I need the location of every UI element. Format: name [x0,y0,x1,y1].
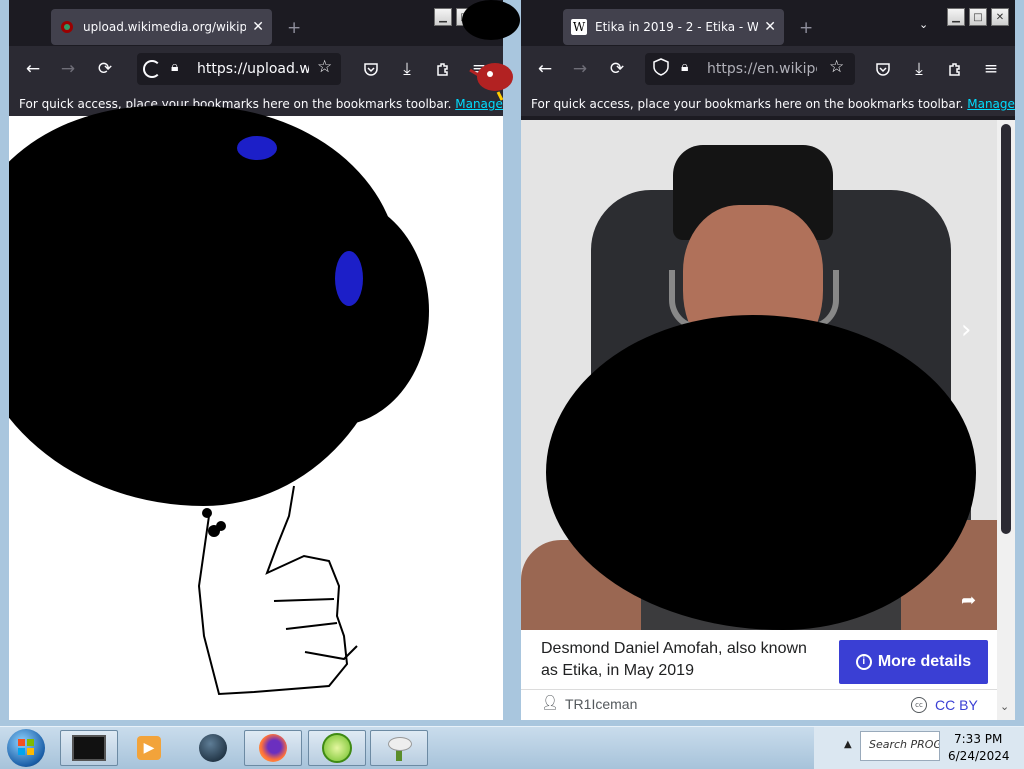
bookmark-star-icon[interactable]: ☆ [829,57,844,77]
right-tab[interactable]: W Etika in 2019 - 2 - Etika - Wikipe ✕ [563,9,784,45]
right-bookmarks-bar: For quick access, place your bookmarks h… [521,92,1015,116]
left-tabstrip: upload.wikimedia.org/wikipedi ✕ + [9,0,503,46]
new-tab-icon[interactable]: + [799,18,813,38]
left-toolbar: ← → ⟳ 🔒︎ https://upload.wiki ☆ ⤓ ≡ [9,46,503,92]
loading-spinner-icon [143,60,161,78]
globe-icon [199,734,227,762]
photo: › ➦ [521,120,997,630]
bookmark-star-icon[interactable]: ☆ [317,57,332,77]
lime-icon [322,733,352,763]
pocket-icon[interactable] [359,57,383,81]
right-tabstrip: W Etika in 2019 - 2 - Etika - Wikipe ✕ +… [521,0,1015,46]
left-browser-window: upload.wikimedia.org/wikipedi ✕ + ← → ⟳ … [9,0,503,720]
extensions-icon[interactable] [431,57,455,81]
right-minimize-button[interactable]: ▁ [947,8,965,26]
media-player-icon: ▶ [137,736,161,760]
share-icon[interactable]: ➦ [961,590,976,611]
left-url-bar[interactable]: 🔒︎ https://upload.wiki ☆ [137,53,341,85]
blue-scribble-mark-2 [335,251,363,306]
downloads-icon[interactable]: ⤓ [395,57,419,81]
forward-icon[interactable]: → [568,57,592,81]
show-hidden-icons-icon[interactable]: ▲ [844,739,852,750]
user-icon: 👤︎ [541,695,559,711]
bookmarks-hint: For quick access, place your bookmarks h… [531,97,964,111]
black-scribble-top [462,0,520,40]
lock-icon: 🔒︎ [681,59,689,75]
clock-time[interactable]: 7:33 PM [954,732,1002,746]
back-icon[interactable]: ← [21,57,45,81]
menu-icon[interactable]: ≡ [979,57,1003,81]
start-button[interactable] [7,729,45,767]
wikimedia-icon [59,19,75,35]
close-tab-icon[interactable]: ✕ [764,19,776,35]
right-maximize-button[interactable]: □ [969,8,987,26]
next-image-icon[interactable]: › [961,315,971,345]
right-browser-window: W Etika in 2019 - 2 - Etika - Wikipe ✕ +… [521,0,1015,720]
more-details-button[interactable]: i More details [839,640,988,684]
taskbar: ▶ ▲ Search PROG 7:33 PM 6/24/2024 [0,726,1024,769]
monitor-icon [72,735,106,761]
left-minimize-button[interactable]: ▁ [434,8,452,26]
forward-icon[interactable]: → [56,57,80,81]
clock-date[interactable]: 6/24/2024 [948,749,1010,763]
stop-loading-icon[interactable]: ⟳ [93,57,117,81]
black-scribble-overlay-edge [239,196,429,426]
manage-bookmarks-link[interactable]: Manage bookmarks [967,97,1015,111]
image-caption: Desmond Daniel Amofah, also known as Eti… [541,640,807,679]
left-url-text: https://upload.wiki [197,61,309,77]
left-page-content [9,106,503,720]
shield-icon [653,58,669,80]
author-name[interactable]: TR1Iceman [565,696,637,712]
right-url-text: https://en.wikipedi [707,61,817,77]
red-cursor-creature-icon [460,52,520,102]
downloads-icon[interactable]: ⤓ [907,57,931,81]
wikipedia-icon: W [571,19,587,35]
taskbar-media-player[interactable]: ▶ [120,730,178,766]
close-tab-icon[interactable]: ✕ [252,19,264,35]
divider [521,689,997,690]
cc-license-icon: cc [911,697,927,713]
taskbar-globe-app[interactable] [184,730,242,766]
right-tab-title: Etika in 2019 - 2 - Etika - Wikipe [595,20,759,34]
scroll-down-icon[interactable]: ⌄ [1000,700,1009,713]
back-icon[interactable]: ← [533,57,557,81]
reload-icon[interactable]: ⟳ [605,57,629,81]
right-url-bar[interactable]: 🔒︎ https://en.wikipedi ☆ [645,53,855,85]
extensions-icon[interactable] [943,57,967,81]
taskbar-monitor-app[interactable] [60,730,118,766]
blue-scribble-mark [237,136,277,160]
scrollbar-track[interactable]: ⌄ [997,120,1015,720]
taskbar-firefox[interactable] [244,730,302,766]
taskbar-plant-app[interactable] [370,730,428,766]
tray-area: ▲ Search PROG 7:33 PM 6/24/2024 [814,727,1024,769]
more-details-label: More details [877,653,972,670]
right-close-button[interactable]: ✕ [991,8,1009,26]
scrollbar-thumb[interactable] [1001,124,1011,534]
right-toolbar: ← → ⟳ 🔒︎ https://en.wikipedi ☆ ⤓ ≡ [521,46,1015,92]
tray-search-box[interactable]: Search PROG [860,731,940,761]
windows-logo-icon [18,739,34,755]
new-tab-icon[interactable]: + [287,18,301,38]
left-tab-title: upload.wikimedia.org/wikipedi [83,20,247,34]
firefox-icon [259,734,287,762]
license-link[interactable]: CC BY [935,697,978,713]
info-icon: i [855,654,872,670]
left-tab[interactable]: upload.wikimedia.org/wikipedi ✕ [51,9,272,45]
plant-icon [386,735,412,761]
taskbar-lime-app[interactable] [308,730,366,766]
pocket-icon[interactable] [871,57,895,81]
list-tabs-icon[interactable]: ⌄ [919,18,928,31]
tray-search-text: Search PROG [869,738,940,751]
lock-icon: 🔒︎ [171,59,179,75]
media-viewer: › ➦ ⌄ Desmond Daniel Amofah, also known … [521,120,1015,720]
